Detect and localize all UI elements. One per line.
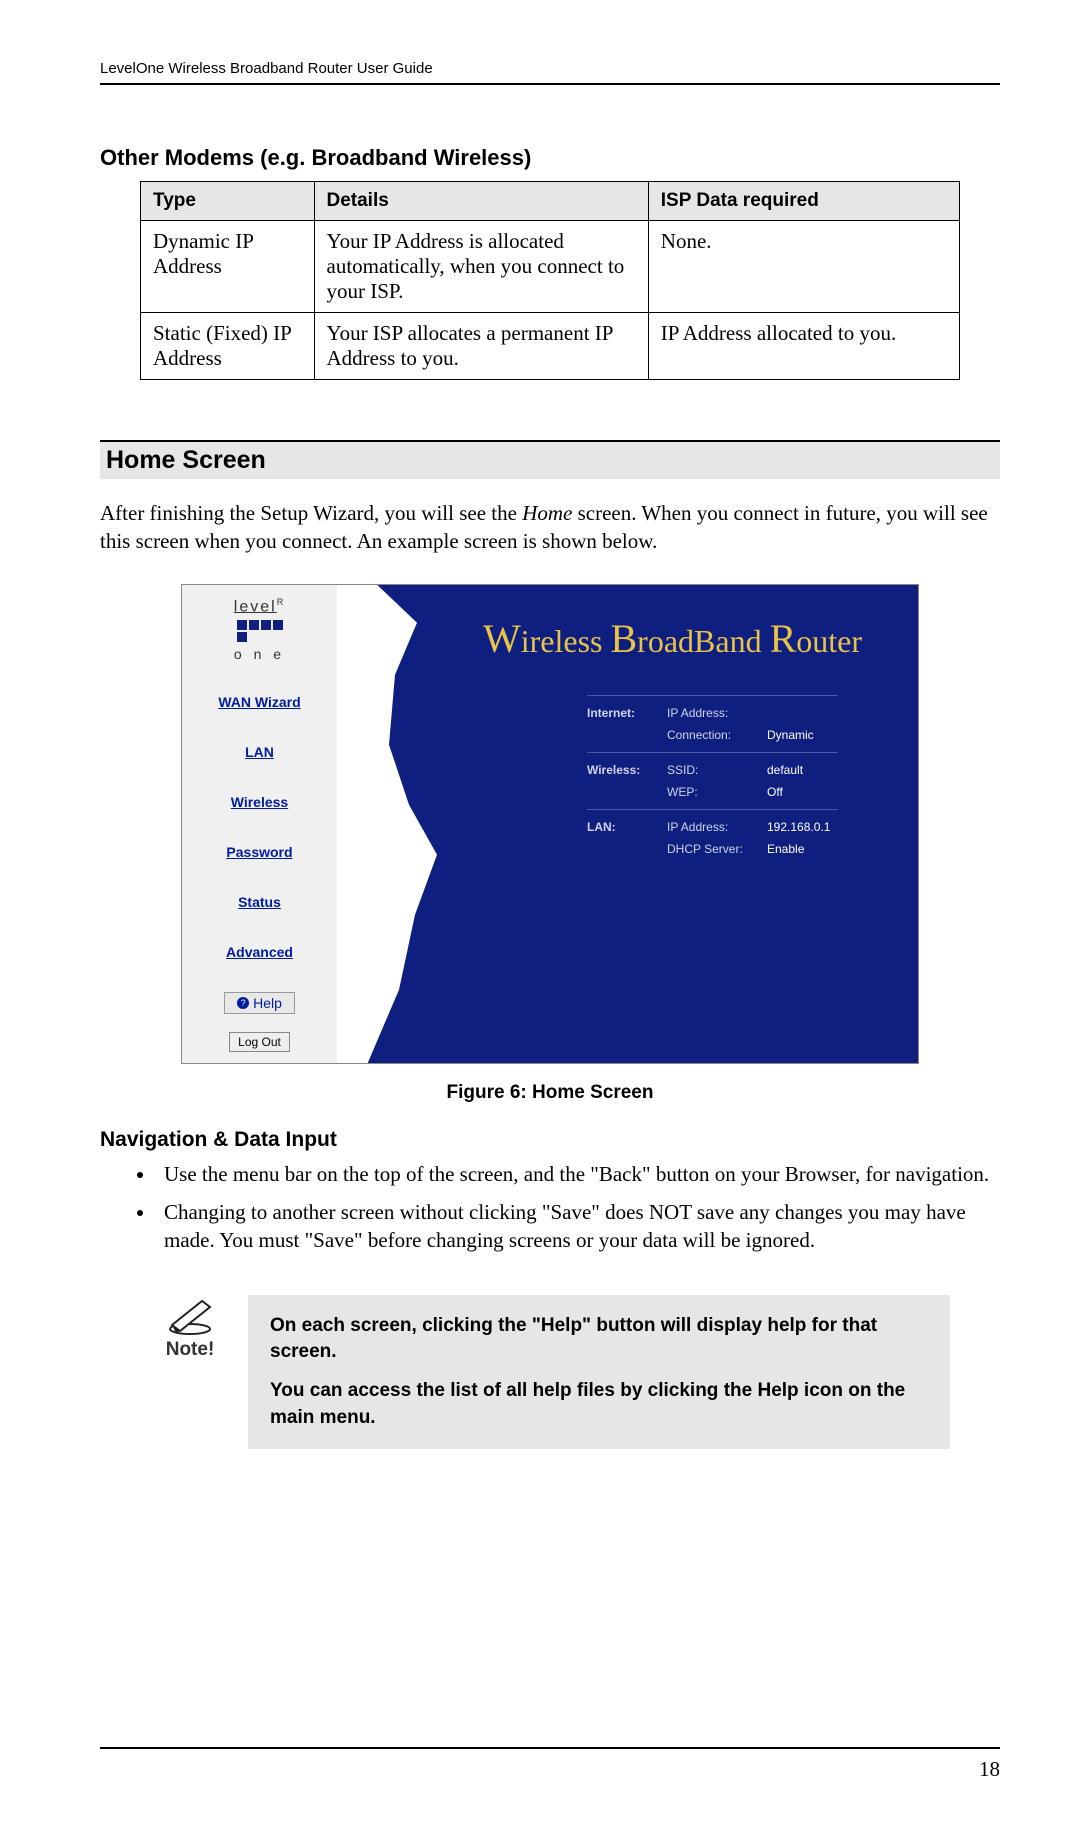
logo: levelR o n e	[233, 597, 287, 662]
th-type: Type	[141, 182, 315, 221]
label-dhcp: DHCP Server:	[667, 842, 767, 856]
intro-text: After finishing the Setup Wizard, you wi…	[100, 501, 522, 525]
heading-navigation: Navigation & Data Input	[100, 1128, 1000, 1152]
title-outer: outer	[796, 623, 862, 659]
note-text: On each screen, clicking the "Help" butt…	[248, 1295, 950, 1449]
title-r: R	[770, 616, 797, 661]
cell-details: Your ISP allocates a permanent IP Addres…	[314, 313, 648, 380]
cell-type: Dynamic IP Address	[141, 221, 315, 313]
nav-advanced[interactable]: Advanced	[226, 944, 293, 960]
router-sidebar: levelR o n e WAN Wizard LAN Wireless Pas…	[182, 585, 337, 1063]
value-lan-ip: 192.168.0.1	[767, 820, 887, 834]
value-ssid: default	[767, 763, 887, 777]
logo-sup: R	[277, 597, 286, 607]
home-intro: After finishing the Setup Wizard, you wi…	[100, 499, 1000, 556]
router-screenshot: levelR o n e WAN Wizard LAN Wireless Pas…	[181, 584, 919, 1064]
list-item: Use the menu bar on the top of the scree…	[156, 1160, 1000, 1188]
cell-isp: IP Address allocated to you.	[648, 313, 959, 380]
list-item: Changing to another screen without click…	[156, 1198, 1000, 1255]
title-b: B	[610, 616, 637, 661]
status-internet: Internet: IP Address: Connection: Dynami…	[587, 695, 838, 753]
status-grid: Internet: IP Address: Connection: Dynami…	[587, 695, 838, 866]
cell-details: Your IP Address is allocated automatical…	[314, 221, 648, 313]
nav-password[interactable]: Password	[226, 844, 292, 860]
title-roadband: roadBand	[637, 623, 769, 659]
value-wep: Off	[767, 785, 887, 799]
pencil-note-icon	[162, 1295, 218, 1335]
navigation-bullets: Use the menu bar on the top of the scree…	[100, 1160, 1000, 1255]
page-footer: 18	[100, 1747, 1000, 1782]
router-main: Wireless BroadBand Router Internet: IP A…	[337, 585, 918, 1063]
table-row: Static (Fixed) IP Address Your ISP alloc…	[141, 313, 960, 380]
nav-lan[interactable]: LAN	[245, 744, 274, 760]
label-ip: IP Address:	[667, 706, 767, 720]
help-icon: ?	[237, 997, 249, 1009]
help-button[interactable]: ? Help	[224, 992, 295, 1014]
help-label: Help	[253, 995, 282, 1011]
label-lan-ip: IP Address:	[667, 820, 767, 834]
intro-italic: Home	[522, 501, 572, 525]
logo-text-top: level	[234, 598, 277, 615]
page-number: 18	[100, 1757, 1000, 1782]
heading-other-modems: Other Modems (e.g. Broadband Wireless)	[100, 145, 1000, 171]
title-ireless: ireless	[521, 623, 611, 659]
th-details: Details	[314, 182, 648, 221]
logo-text-bottom: o n e	[233, 646, 287, 662]
note-label: Note!	[166, 1339, 215, 1360]
nav-wireless[interactable]: Wireless	[231, 794, 288, 810]
status-wireless: Wireless: SSID: default WEP: Off	[587, 753, 838, 810]
logout-button[interactable]: Log Out	[229, 1032, 290, 1052]
cell-type: Static (Fixed) IP Address	[141, 313, 315, 380]
note-icon: Note!	[150, 1295, 230, 1361]
nav-wan-wizard[interactable]: WAN Wizard	[218, 694, 300, 710]
label-internet: Internet:	[587, 706, 667, 720]
label-wireless: Wireless:	[587, 763, 667, 777]
figure-caption: Figure 6: Home Screen	[100, 1082, 1000, 1104]
status-lan: LAN: IP Address: 192.168.0.1 DHCP Server…	[587, 810, 838, 866]
value-dhcp: Enable	[767, 842, 887, 856]
heading-home-screen: Home Screen	[100, 440, 1000, 479]
label-lan: LAN:	[587, 820, 667, 834]
label-ssid: SSID:	[667, 763, 767, 777]
table-row: Dynamic IP Address Your IP Address is al…	[141, 221, 960, 313]
logo-blocks	[233, 620, 287, 642]
note-p1: On each screen, clicking the "Help" butt…	[270, 1313, 928, 1366]
note-p2: You can access the list of all help file…	[270, 1378, 928, 1431]
running-header: LevelOne Wireless Broadband Router User …	[100, 60, 1000, 85]
th-isp: ISP Data required	[648, 182, 959, 221]
router-title: Wireless BroadBand Router	[457, 615, 888, 662]
note-block: Note! On each screen, clicking the "Help…	[150, 1295, 950, 1449]
value-connection: Dynamic	[767, 728, 887, 742]
nav-status[interactable]: Status	[238, 894, 281, 910]
value-internet-ip	[767, 706, 887, 720]
modem-table: Type Details ISP Data required Dynamic I…	[140, 181, 960, 380]
label-wep: WEP:	[667, 785, 767, 799]
label-connection: Connection:	[667, 728, 767, 742]
cell-isp: None.	[648, 221, 959, 313]
title-w: W	[483, 616, 521, 661]
